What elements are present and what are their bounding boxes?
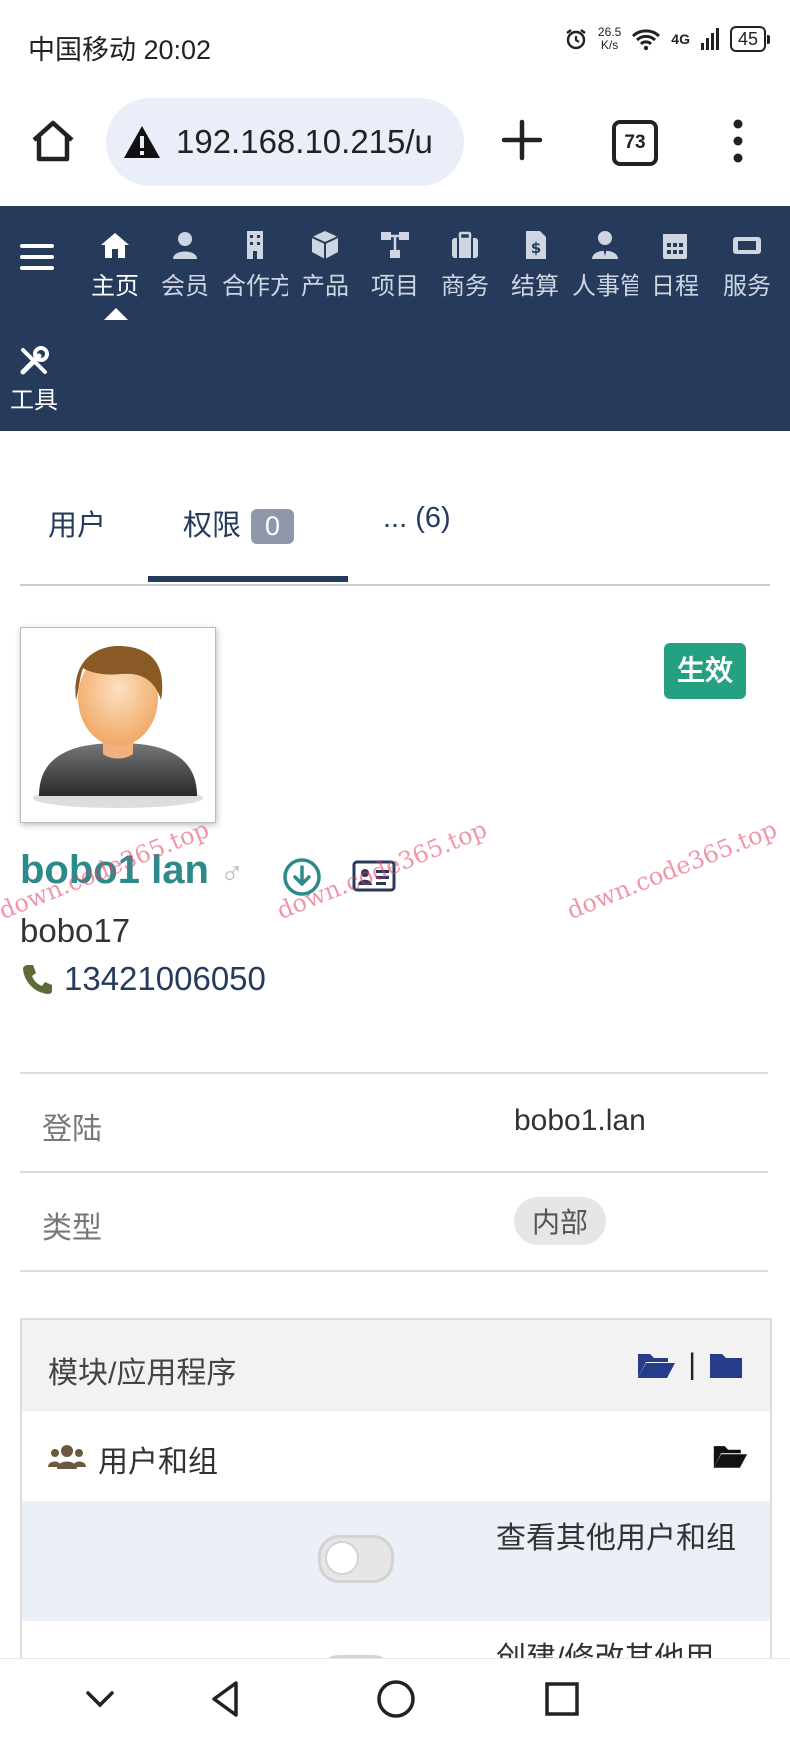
info-label: 类型 bbox=[42, 1212, 102, 1245]
main-navbar: 主页 会员 合作方 产品 项目 商务 $ 结算 人事管 日程 服务 工具 bbox=[0, 206, 790, 431]
network-speed: 26.5 K/s bbox=[598, 26, 621, 52]
watermark-text: down.code365.top bbox=[562, 815, 781, 925]
permission-group-users[interactable]: 用户和组 bbox=[22, 1411, 770, 1501]
profile-tabs: 用户 权限 0 ... (6) bbox=[20, 432, 770, 586]
nav-label: 服务 bbox=[723, 273, 771, 300]
svg-text:$: $ bbox=[531, 239, 541, 257]
invoice-icon: $ bbox=[526, 231, 546, 259]
tools-icon bbox=[20, 346, 49, 375]
permission-label: 查看其他用户和组 bbox=[496, 1522, 736, 1555]
status-bar: 中国移动 20:02 26.5 K/s 4G 45 bbox=[0, 0, 790, 88]
sitemap-icon bbox=[381, 232, 409, 258]
phone-row[interactable]: 13421006050 bbox=[20, 960, 266, 998]
carrier-time: 中国移动 20:02 bbox=[28, 35, 212, 65]
separator: | bbox=[688, 1348, 696, 1381]
nav-item-projects[interactable]: 项目 bbox=[362, 228, 428, 301]
nav-label: 商务 bbox=[441, 273, 489, 300]
permission-toggle[interactable] bbox=[318, 1535, 394, 1583]
active-tab-indicator bbox=[148, 576, 348, 582]
tab-count-badge: 0 bbox=[251, 509, 295, 544]
nav-item-commerce[interactable]: 商务 bbox=[432, 228, 498, 301]
nav-item-partners[interactable]: 合作方 bbox=[222, 228, 288, 301]
nav-item-hr[interactable]: 人事管理 bbox=[572, 228, 638, 301]
wifi-icon bbox=[632, 29, 661, 51]
nav-item-home[interactable]: 主页 bbox=[82, 228, 148, 301]
nav-item-members[interactable]: 会员 bbox=[152, 228, 218, 301]
speed-unit: K/s bbox=[600, 38, 619, 52]
tab-user[interactable]: 用户 bbox=[48, 502, 106, 544]
system-nav-bar bbox=[0, 1658, 790, 1741]
building-icon bbox=[247, 231, 263, 259]
home-circle-icon[interactable] bbox=[374, 1677, 418, 1721]
more-vert-icon[interactable] bbox=[728, 118, 748, 164]
nav-label: 日程 bbox=[651, 273, 699, 300]
info-row-login: 登陆 bobo1.lan bbox=[20, 1072, 768, 1171]
tab-label: 权限 bbox=[183, 510, 242, 542]
avatar bbox=[20, 627, 216, 823]
address-bar[interactable]: 192.168.10.215/u bbox=[106, 98, 464, 186]
user-icon bbox=[173, 232, 197, 259]
briefcase-icon bbox=[452, 231, 478, 258]
folder-open-icon[interactable] bbox=[636, 1350, 676, 1380]
nav-label: 合作方 bbox=[222, 273, 288, 300]
permissions-panel: 模块/应用程序 | 用户和组 查看其他用户和组 创建/修改其他用 bbox=[20, 1318, 772, 1660]
type-pill: 内部 bbox=[514, 1197, 607, 1245]
default-user-avatar-icon bbox=[33, 646, 203, 808]
nav-item-schedule[interactable]: 日程 bbox=[642, 228, 708, 301]
new-tab-icon[interactable] bbox=[498, 116, 546, 164]
users-icon bbox=[48, 1445, 86, 1469]
nav-item-tools[interactable]: 工具 bbox=[8, 344, 60, 415]
chevron-down-icon[interactable] bbox=[78, 1677, 122, 1721]
home-icon[interactable] bbox=[28, 116, 78, 166]
warning-icon[interactable] bbox=[122, 122, 162, 162]
cube-icon bbox=[311, 231, 339, 259]
home-icon bbox=[101, 233, 129, 258]
login-name: bobo17 bbox=[20, 912, 131, 949]
status-icons: 26.5 K/s 4G 45 bbox=[564, 26, 771, 52]
folder-open-icon[interactable] bbox=[712, 1441, 748, 1471]
back-icon[interactable] bbox=[204, 1677, 248, 1721]
nav-label: 会员 bbox=[161, 273, 209, 300]
permissions-header-label: 模块/应用程序 bbox=[48, 1357, 237, 1390]
permissions-header: 模块/应用程序 | bbox=[22, 1320, 770, 1411]
alarm-icon bbox=[566, 29, 586, 50]
url-text[interactable]: 192.168.10.215/u bbox=[176, 123, 446, 161]
nav-label: 产品 bbox=[301, 273, 349, 300]
nav-label: 主页 bbox=[91, 273, 139, 300]
browser-toolbar: 192.168.10.215/u 73 bbox=[0, 88, 790, 206]
ticket-icon bbox=[733, 237, 761, 254]
hamburger-menu-icon[interactable] bbox=[20, 244, 54, 274]
male-icon: ♂ bbox=[220, 855, 244, 891]
tab-permissions[interactable]: 权限 0 bbox=[183, 502, 295, 544]
battery-indicator: 45 bbox=[729, 26, 771, 52]
active-nav-caret bbox=[104, 308, 128, 320]
info-label: 登陆 bbox=[42, 1113, 102, 1146]
tab-switcher-button[interactable]: 73 bbox=[612, 120, 658, 166]
nav-label: 项目 bbox=[371, 273, 419, 300]
tab-more[interactable]: ... (6) bbox=[383, 502, 451, 535]
status-badge: 生效 bbox=[664, 643, 746, 699]
nav-label: 人事管理 bbox=[572, 273, 638, 300]
nav-label: 结算 bbox=[511, 273, 559, 300]
nav-label: 工具 bbox=[10, 387, 58, 414]
permission-group-label: 用户和组 bbox=[98, 1446, 218, 1479]
nav-item-products[interactable]: 产品 bbox=[292, 228, 358, 301]
nav-item-billing[interactable]: $ 结算 bbox=[502, 228, 568, 301]
permission-label: 创建/修改其他用 bbox=[496, 1642, 715, 1660]
info-value: bobo1.lan bbox=[514, 1104, 646, 1137]
info-row-type: 类型 内部 bbox=[20, 1171, 768, 1272]
phone-number[interactable]: 13421006050 bbox=[64, 960, 266, 998]
recents-icon[interactable] bbox=[540, 1677, 584, 1721]
network-type: 4G bbox=[671, 31, 690, 47]
expand-collapse-controls: | bbox=[636, 1348, 744, 1382]
user-tie-icon bbox=[592, 231, 618, 259]
signal-icon bbox=[700, 28, 719, 50]
nav-item-services[interactable]: 服务 bbox=[714, 228, 780, 301]
permission-item: 查看其他用户和组 bbox=[22, 1501, 770, 1621]
folder-closed-icon[interactable] bbox=[708, 1350, 744, 1380]
calendar-icon bbox=[663, 234, 687, 259]
user-info-table: 登陆 bobo1.lan 类型 内部 bbox=[20, 1072, 768, 1272]
phone-icon bbox=[23, 965, 52, 994]
permission-item: 创建/修改其他用 bbox=[22, 1621, 770, 1660]
